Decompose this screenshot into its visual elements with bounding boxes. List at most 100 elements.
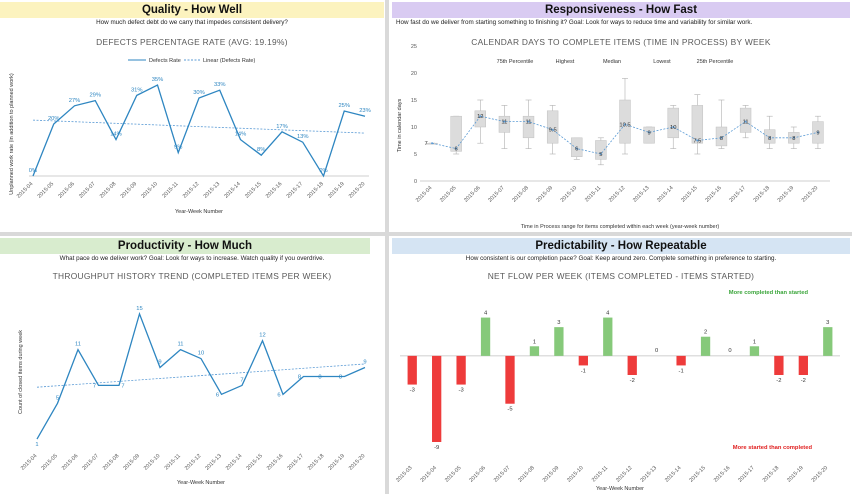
net-flow-data-label: 4	[484, 311, 488, 317]
net-flow-x-tick: 2015-12	[615, 465, 634, 484]
throughput-data-label: 10	[198, 351, 204, 357]
net-flow-data-label: -2	[776, 378, 781, 384]
net-flow-x-tick: 2015-09	[542, 465, 561, 484]
cycle-y-axis-label: Time in calendar days	[397, 98, 403, 152]
legend-linear-label: Linear (Defects Rate)	[203, 58, 255, 64]
cycle-x-tick: 2015-04	[415, 185, 434, 204]
net-flow-data-label: -2	[630, 378, 635, 384]
cycle-legend-item: Median	[603, 59, 621, 65]
throughput-data-label: 7	[240, 377, 243, 383]
throughput-data-label: 8	[318, 374, 321, 380]
defects-y-axis-label: Unplanned work rate (in addition to plan…	[9, 73, 15, 195]
throughput-data-label: 5	[56, 395, 59, 401]
quality-panel: Quality - How Well How much defect debt …	[0, 0, 384, 232]
cycle-time-box-chart: 0 5 10 15 20 25 75th Percentile Highest Median Lo…	[397, 44, 830, 230]
throughput-data-label: 9	[158, 360, 161, 366]
net-flow-x-tick: 2015-17	[737, 465, 756, 484]
throughput-x-tick: 2015-09	[122, 453, 141, 472]
net-flow-data-label: 4	[606, 311, 610, 317]
net-flow-bar	[823, 327, 833, 356]
cycle-x-tick: 2015-09	[536, 185, 555, 204]
cycle-x-tick: 2015-10	[560, 185, 579, 204]
net-flow-data-label: 1	[753, 339, 756, 345]
defects-x-tick: 2015-15	[244, 181, 263, 200]
defects-x-tick: 2015-04	[16, 181, 35, 200]
cycle-x-tick: 2015-18	[753, 185, 772, 204]
net-flow-bar	[407, 355, 417, 385]
legend-defects-rate-label: Defects Rate	[149, 58, 181, 64]
cycle-x-tick: 2015-16	[704, 185, 723, 204]
cycle-y-tick: 5	[414, 152, 417, 158]
defects-x-tick: 2015-05	[37, 181, 56, 200]
throughput-x-tick: 2015-18	[307, 453, 326, 472]
cycle-median-label: 5	[599, 152, 602, 158]
cycle-x-tick: 2015-14	[656, 185, 675, 204]
cycle-y-tick: 15	[411, 98, 417, 104]
defects-data-label: 20%	[48, 116, 60, 122]
net-flow-x-tick: 2015-11	[591, 465, 609, 483]
defects-data-label: 31%	[131, 87, 143, 93]
net-flow-data-label: 0	[655, 348, 658, 354]
cycle-x-tick: 2015-08	[511, 185, 530, 204]
defects-x-axis-label: Year-Week Number	[175, 209, 223, 215]
defects-data-label: 27%	[69, 98, 81, 104]
throughput-x-tick: 2015-07	[81, 453, 100, 472]
throughput-data-label: 7	[93, 383, 96, 389]
cycle-median-label: 11	[501, 120, 507, 126]
throughput-trend-line	[36, 363, 366, 388]
net-flow-bar-chart: -3 -9 -3 4 -5 1 3 -1 4 -2 0 -1 2 0 1 -2 -2 3 More complete…	[395, 290, 840, 492]
defects-trend-line	[32, 119, 366, 134]
throughput-x-tick: 2015-06	[61, 453, 80, 472]
defects-x-tick: 2015-09	[120, 181, 139, 200]
cycle-median-label: 8	[768, 136, 771, 142]
defects-data-label: 13%	[297, 134, 309, 140]
cycle-legend-item: 25th Percentile	[697, 59, 734, 65]
cycle-median-label: 11	[526, 120, 532, 126]
defects-x-tick: 2015-20	[348, 181, 367, 200]
net-flow-x-tick: 2015-06	[468, 465, 487, 484]
net-flow-x-tick: 2015-08	[517, 465, 536, 484]
productivity-panel: Productivity - How Much What pace do we …	[0, 236, 384, 494]
net-flow-data-label: 2	[704, 330, 707, 336]
net-flow-x-tick: 2015-04	[420, 465, 439, 484]
defects-data-label: 0%	[29, 168, 37, 174]
net-flow-x-tick: 2015-16	[713, 465, 732, 484]
cycle-y-tick: 0	[414, 179, 417, 185]
defects-data-label: 8%	[257, 147, 265, 153]
cycle-x-axis-footer: Time in Process range for items complete…	[521, 224, 720, 230]
defects-data-label: 30%	[193, 90, 205, 96]
responsiveness-panel: Responsiveness - How Fast How fast do we…	[390, 0, 852, 232]
cycle-median-label: 10	[670, 125, 676, 131]
throughput-y-axis-label: Count of closed items during week	[18, 330, 24, 414]
net-flow-x-tick: 2015-05	[444, 465, 463, 484]
net-flow-x-tick: 2015-07	[493, 465, 512, 484]
defects-x-tick: 2015-14	[223, 181, 242, 200]
cycle-x-tick: 2015-05	[439, 185, 458, 204]
net-flow-x-tick: 2015-10	[566, 465, 585, 484]
cycle-y-tick: 10	[411, 125, 417, 131]
net-flow-bar	[529, 346, 540, 356]
net-flow-bar	[603, 317, 613, 356]
throughput-data-label: 15	[136, 306, 142, 312]
throughput-x-tick: 2015-10	[143, 453, 162, 472]
cycle-legend-item: Highest	[556, 59, 575, 65]
cycle-median-label: 11	[743, 120, 749, 126]
throughput-x-tick: 2015-20	[348, 453, 367, 472]
net-flow-x-tick: 2015-03	[395, 465, 414, 484]
cycle-median-label: 9	[648, 130, 651, 136]
defects-x-tick: 2015-10	[140, 181, 159, 200]
net-flow-bar	[505, 355, 515, 404]
throughput-data-label: 6	[277, 392, 280, 398]
cycle-median-label: 7.5	[693, 139, 701, 145]
defects-x-tick: 2015-07	[78, 181, 97, 200]
throughput-data-label: 7	[121, 383, 124, 389]
throughput-data-label: 11	[177, 342, 183, 348]
defects-data-label: 25%	[338, 103, 350, 109]
cycle-median-label: 10.5	[619, 122, 630, 128]
net-flow-data-label: -3	[459, 388, 464, 394]
defects-data-label: 23%	[359, 108, 371, 114]
throughput-x-tick: 2015-17	[286, 453, 305, 472]
defects-x-tick: 2015-18	[306, 181, 325, 200]
net-flow-bar	[798, 355, 808, 375]
cycle-median-label: 6	[575, 147, 578, 153]
